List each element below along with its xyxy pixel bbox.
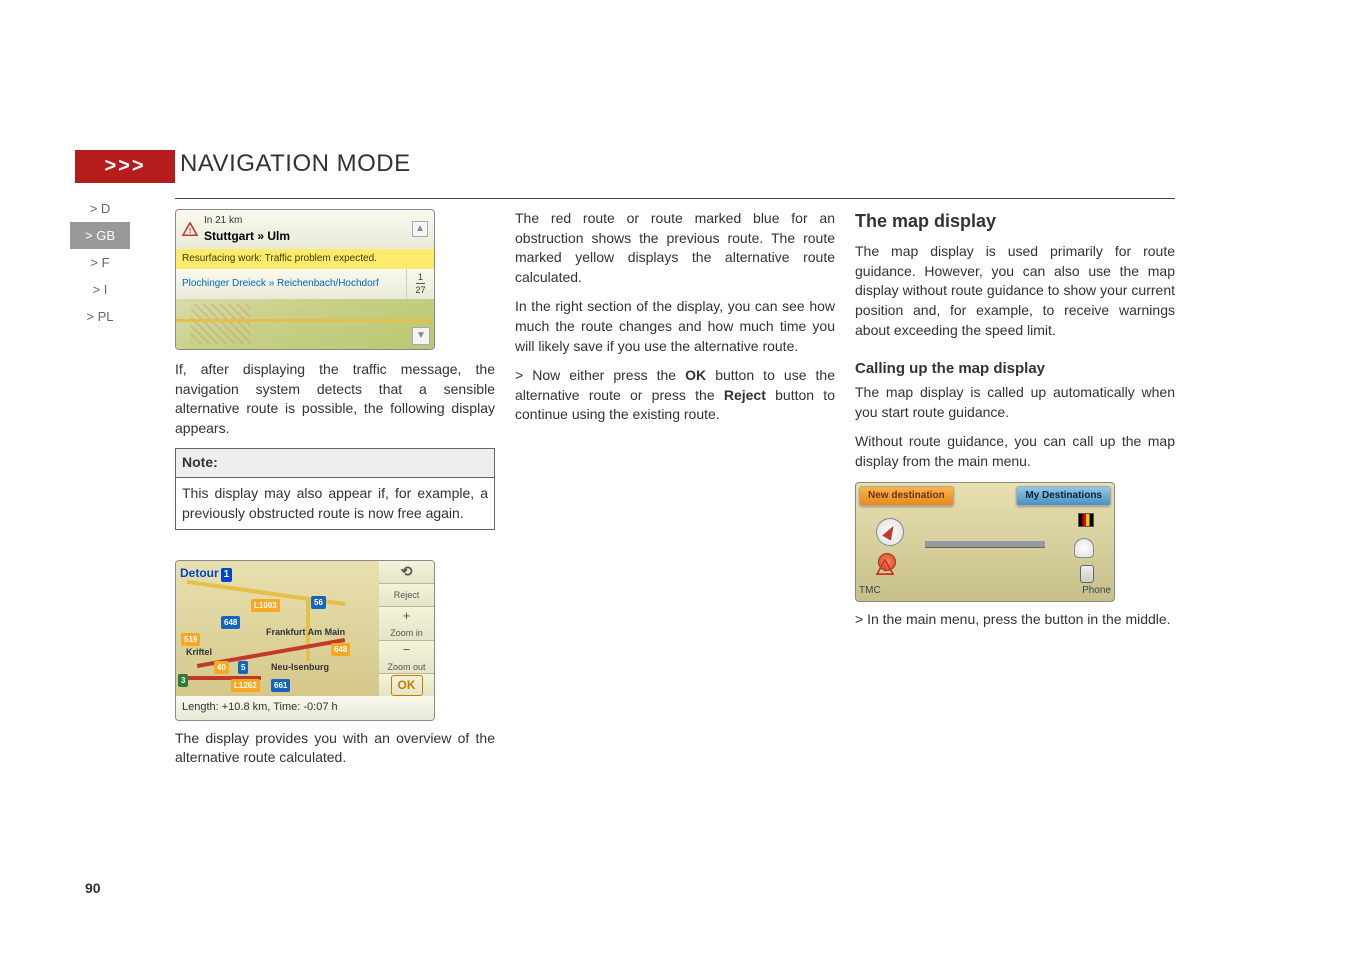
compass-icon[interactable] xyxy=(876,518,904,546)
header-rule xyxy=(175,198,1175,199)
new-destination-button[interactable]: New destination xyxy=(859,486,954,506)
lang-pl[interactable]: > PL xyxy=(70,303,130,330)
col3-list-item: > In the main menu, press the button in … xyxy=(855,610,1175,630)
reject-button[interactable]: Reject xyxy=(379,584,434,607)
traffic-problem-banner: Resurfacing work: Traffic problem expect… xyxy=(176,249,434,269)
svg-text:!: ! xyxy=(884,563,887,573)
warning-icon[interactable]: ! xyxy=(876,559,894,581)
shield-56: 56 xyxy=(311,596,326,609)
svg-text:!: ! xyxy=(189,226,192,235)
traffic-mini-map: ▼ xyxy=(176,299,434,349)
main-menu-screenshot: New destination My Destinations ! TMC Ph… xyxy=(855,482,1115,602)
calling-up-heading: Calling up the map display xyxy=(855,358,1175,379)
note-body: This display may also appear if, for exa… xyxy=(175,477,495,530)
traffic-distance: In 21 km xyxy=(204,214,412,228)
menu-bottom-row: TMC Phone xyxy=(859,584,1111,598)
zoom-out-button[interactable]: −Zoom out xyxy=(379,641,434,675)
shield-661: 661 xyxy=(271,679,290,692)
detour-side-buttons: ⟲ Reject +Zoom in −Zoom out OK xyxy=(379,561,434,696)
column-2: The red route or route marked blue for a… xyxy=(515,209,835,778)
page-number: 90 xyxy=(85,880,101,896)
header-chevrons: >>> xyxy=(75,150,175,183)
traffic-detail-row: Plochinger Dreieck » Reichenbach/Hochdor… xyxy=(176,269,434,299)
lang-d[interactable]: > D xyxy=(70,195,130,222)
shield-648: 648 xyxy=(221,616,240,629)
shield-3: 3 xyxy=(178,674,188,687)
traffic-count: 1 27 xyxy=(406,269,434,299)
content-columns: ! In 21 km Stuttgart » Ulm ▲ Resurfacing… xyxy=(175,209,1175,778)
detour-status-bar: Length: +10.8 km, Time: -0:07 h xyxy=(176,696,434,719)
col3-paragraph-1: The map display is used primarily for ro… xyxy=(855,242,1175,340)
ok-button[interactable]: OK xyxy=(379,674,434,696)
traffic-count-current: 1 xyxy=(416,271,425,285)
map-display-heading: The map display xyxy=(855,209,1175,234)
traffic-message-screenshot: ! In 21 km Stuttgart » Ulm ▲ Resurfacing… xyxy=(175,209,435,350)
flag-icon[interactable] xyxy=(1078,513,1094,527)
speedometer-icon[interactable] xyxy=(1074,538,1094,558)
zoom-in-button[interactable]: +Zoom in xyxy=(379,607,434,641)
lang-gb[interactable]: > GB xyxy=(70,222,130,249)
shield-40: 40 xyxy=(214,661,229,674)
detour-main: Detour1 3 5 40 L1003 L1262 519 648 648 xyxy=(176,561,434,696)
back-button[interactable]: ⟲ xyxy=(379,561,434,584)
traffic-count-total: 27 xyxy=(415,285,425,295)
shield-648b: 648 xyxy=(331,643,350,656)
column-3: The map display The map display is used … xyxy=(855,209,1175,778)
city-kriftel: Kriftel xyxy=(186,646,212,659)
tmc-label[interactable]: TMC xyxy=(859,584,881,598)
shield-519: 519 xyxy=(181,633,200,646)
scroll-down-button[interactable]: ▼ xyxy=(412,327,430,345)
traffic-header-row: ! In 21 km Stuttgart » Ulm ▲ xyxy=(176,210,434,249)
shield-L1262: L1262 xyxy=(231,679,260,692)
col3-paragraph-2: The map display is called up automatical… xyxy=(855,383,1175,422)
map-road-line xyxy=(176,319,434,322)
page-header: >>> NAVIGATION MODE xyxy=(175,150,1175,183)
shield-L1003: L1003 xyxy=(251,599,280,612)
city-neu-isenburg: Neu-Isenburg xyxy=(271,661,329,674)
detour-map-area: Detour1 3 5 40 L1003 L1262 519 648 648 xyxy=(176,561,379,696)
warning-triangle-icon: ! xyxy=(182,222,198,236)
language-sidebar: > D > GB > F > I > PL xyxy=(70,195,130,330)
page-container: >>> NAVIGATION MODE > D > GB > F > I > P… xyxy=(175,150,1175,778)
col2-list-item: > Now either press the OK button to use … xyxy=(515,366,835,425)
page-title: NAVIGATION MODE xyxy=(180,150,411,178)
my-destinations-button[interactable]: My Destinations xyxy=(1016,486,1111,506)
note-heading: Note: xyxy=(175,448,495,477)
col3-paragraph-3: Without route guidance, you can call up … xyxy=(855,432,1175,471)
menu-map-center xyxy=(925,512,1045,572)
scroll-up-button[interactable]: ▲ xyxy=(412,221,428,237)
traffic-header-text: In 21 km Stuttgart » Ulm xyxy=(204,214,412,245)
col1-paragraph-1: If, after displaying the traffic message… xyxy=(175,360,495,438)
col2-paragraph-2: In the right section of the display, you… xyxy=(515,297,835,356)
phone-label[interactable]: Phone xyxy=(1082,584,1111,598)
column-1: ! In 21 km Stuttgart » Ulm ▲ Resurfacing… xyxy=(175,209,495,778)
traffic-section: Plochinger Dreieck » Reichenbach/Hochdor… xyxy=(176,273,406,295)
menu-top-row: New destination My Destinations xyxy=(859,486,1111,506)
city-frankfurt: Frankfurt Am Main xyxy=(266,626,345,639)
traffic-route: Stuttgart » Ulm xyxy=(204,228,412,245)
shield-5: 5 xyxy=(238,661,248,674)
detour-map-screenshot: Detour1 3 5 40 L1003 L1262 519 648 648 xyxy=(175,560,435,720)
col2-paragraph-1: The red route or route marked blue for a… xyxy=(515,209,835,287)
header-title-box: NAVIGATION MODE xyxy=(175,150,416,183)
phone-icon[interactable] xyxy=(1080,565,1094,583)
col1-paragraph-2: The display provides you with an overvie… xyxy=(175,729,495,768)
lang-f[interactable]: > F xyxy=(70,249,130,276)
lang-i[interactable]: > I xyxy=(70,276,130,303)
detour-badge: 1 xyxy=(221,568,233,582)
